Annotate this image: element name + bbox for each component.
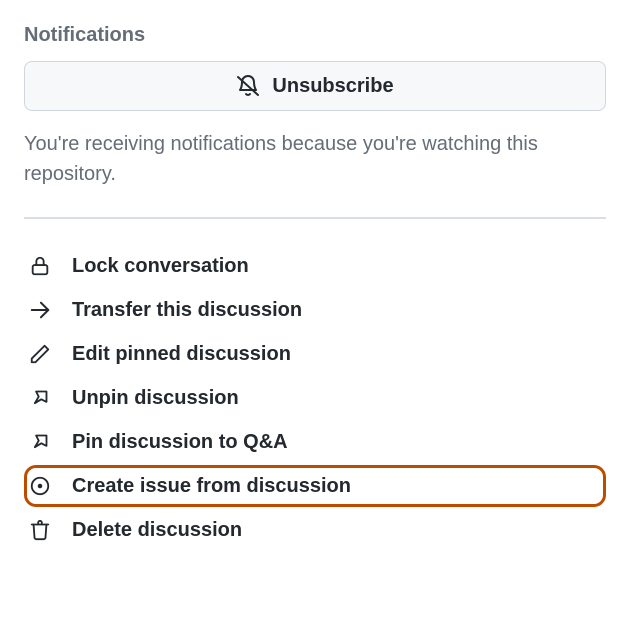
unsubscribe-label: Unsubscribe [272, 75, 393, 98]
notifications-section: Notifications Unsubscribe You're receivi… [24, 24, 606, 189]
pin-icon [28, 430, 52, 454]
unsubscribe-button[interactable]: Unsubscribe [24, 61, 606, 111]
lock-conversation-action[interactable]: Lock conversation [24, 245, 606, 287]
pin-icon [28, 386, 52, 410]
action-label: Pin discussion to Q&A [72, 431, 288, 454]
action-label: Unpin discussion [72, 387, 239, 410]
action-label: Delete discussion [72, 519, 242, 542]
trash-icon [28, 518, 52, 542]
transfer-discussion-action[interactable]: Transfer this discussion [24, 289, 606, 331]
create-issue-action[interactable]: Create issue from discussion [24, 465, 606, 507]
bell-slash-icon [236, 74, 260, 98]
action-label: Edit pinned discussion [72, 343, 291, 366]
unpin-discussion-action[interactable]: Unpin discussion [24, 377, 606, 419]
notifications-hint: You're receiving notifications because y… [24, 129, 606, 189]
lock-icon [28, 254, 52, 278]
notifications-title: Notifications [24, 24, 606, 47]
issue-opened-icon [28, 474, 52, 498]
pencil-icon [28, 342, 52, 366]
edit-pinned-action[interactable]: Edit pinned discussion [24, 333, 606, 375]
arrow-right-icon [28, 298, 52, 322]
action-label: Transfer this discussion [72, 299, 302, 322]
divider [24, 217, 606, 219]
action-label: Lock conversation [72, 255, 249, 278]
delete-discussion-action[interactable]: Delete discussion [24, 509, 606, 551]
actions-list: Lock conversation Transfer this discussi… [24, 245, 606, 551]
action-label: Create issue from discussion [72, 475, 351, 498]
pin-qa-action[interactable]: Pin discussion to Q&A [24, 421, 606, 463]
